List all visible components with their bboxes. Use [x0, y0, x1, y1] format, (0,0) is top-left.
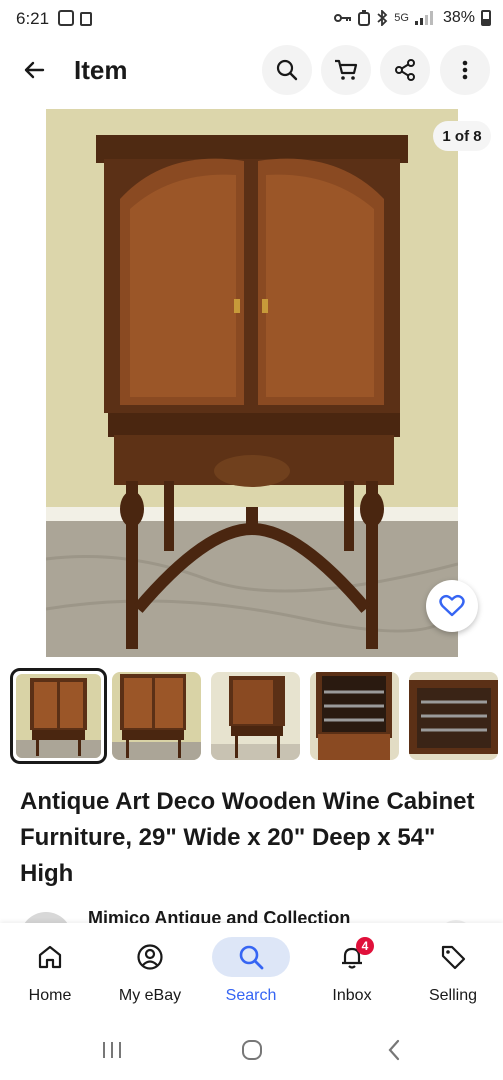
nav-search[interactable]: Search: [201, 923, 301, 1020]
status-time: 6:21: [16, 9, 50, 28]
battery-percent: 38%: [442, 9, 475, 26]
home-system-button[interactable]: [222, 1034, 282, 1066]
item-title: Antique Art Deco Wooden Wine Cabinet Fur…: [20, 788, 475, 887]
home-icon: [38, 945, 62, 969]
app-header: Item: [0, 42, 503, 98]
nav-my-ebay[interactable]: My eBay: [100, 923, 200, 1020]
search-button[interactable]: [262, 45, 312, 95]
back-button[interactable]: [14, 50, 54, 90]
status-bar: 6:21 5G 38%: [0, 0, 503, 38]
thumbnail-strip: [0, 668, 503, 766]
share-icon: [395, 59, 415, 81]
battery-icon: [481, 10, 491, 26]
thumbnail-2[interactable]: [112, 672, 201, 760]
bluetooth-icon: [377, 10, 388, 26]
profile-icon: [137, 944, 163, 970]
share-button[interactable]: [380, 45, 430, 95]
lock-notification-icon: [80, 12, 92, 26]
search-icon: [276, 59, 298, 81]
thumbnail-4[interactable]: [310, 672, 399, 760]
status-left-icons: [58, 10, 92, 26]
more-vertical-icon: [462, 60, 468, 80]
nav-my-ebay-label: My eBay: [118, 987, 182, 1004]
key-icon: [334, 14, 352, 22]
nav-my-ebay-pill: [111, 937, 189, 977]
cart-icon: [335, 59, 358, 80]
nav-home[interactable]: Home: [0, 923, 100, 1020]
recent-apps-icon: [103, 1042, 121, 1058]
chevron-left-icon: [388, 1039, 400, 1061]
status-right-icons: 5G 38%: [334, 9, 491, 27]
nav-inbox-label: Inbox: [332, 987, 372, 1004]
search-icon: [239, 945, 264, 970]
heart-icon: [439, 594, 465, 617]
main-product-image[interactable]: [46, 109, 458, 657]
nav-selling-pill: [414, 937, 492, 977]
home-circle-icon: [242, 1040, 262, 1060]
page-title: Item: [74, 55, 128, 85]
system-navigation-bar: [0, 1020, 503, 1080]
arrow-left-icon: [24, 61, 45, 79]
nav-selling[interactable]: Selling: [403, 923, 503, 1020]
nav-inbox-pill: [313, 937, 391, 977]
watchlist-button[interactable]: [426, 580, 478, 632]
tag-icon: [441, 945, 466, 970]
nav-selling-label: Selling: [428, 987, 478, 1004]
network-type: 5G: [394, 12, 409, 24]
thumbnail-1[interactable]: [10, 668, 107, 764]
nav-search-label: Search: [225, 987, 277, 1004]
thumbnail-5[interactable]: [409, 672, 498, 760]
thumbnail-3[interactable]: [211, 672, 300, 760]
signal-icon: [414, 11, 437, 25]
more-options-button[interactable]: [440, 45, 490, 95]
bottom-navigation: Home My eBay Search 4 Inbox Selling: [0, 923, 503, 1020]
nav-home-pill: [11, 937, 89, 977]
nav-search-pill: [212, 937, 290, 977]
recent-apps-button[interactable]: [82, 1034, 142, 1066]
gallery-notification-icon: [58, 10, 74, 26]
inbox-badge: 4: [356, 937, 374, 955]
cart-button[interactable]: [321, 45, 371, 95]
image-counter: 1 of 8: [433, 121, 491, 151]
nav-home-label: Home: [28, 987, 72, 1004]
alarm-icon: [358, 10, 371, 26]
system-back-button[interactable]: [364, 1034, 424, 1066]
nav-inbox[interactable]: 4 Inbox: [302, 923, 402, 1020]
